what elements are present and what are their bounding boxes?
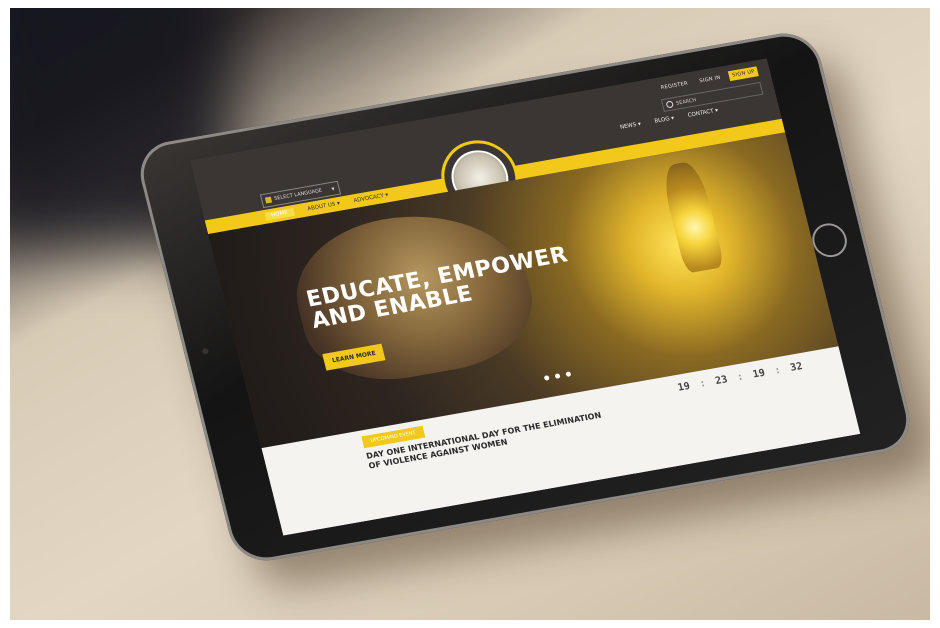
carousel-dot[interactable] xyxy=(565,371,572,378)
signup-button[interactable]: SIGN UP xyxy=(728,66,759,82)
tablet-screen: REGISTER SIGN IN SIGN UP SEARCH SELECT L… xyxy=(189,58,861,536)
nav-right: NEWS ▾ BLOG ▾ CONTACT ▾ xyxy=(619,108,718,131)
camera-icon xyxy=(201,347,210,355)
flag-icon xyxy=(264,196,273,204)
carousel-dot[interactable] xyxy=(554,373,561,379)
search-icon xyxy=(665,100,675,109)
countdown-days: 19 xyxy=(676,380,692,394)
nav-item-blog[interactable]: BLOG ▾ xyxy=(654,115,675,124)
carousel-dot[interactable] xyxy=(543,375,550,381)
countdown-minutes: 19 xyxy=(751,367,767,381)
countdown-separator: : xyxy=(773,364,783,377)
chevron-down-icon: ▾ xyxy=(330,185,336,193)
nav-item-news[interactable]: NEWS ▾ xyxy=(619,121,641,130)
tablet-device: REGISTER SIGN IN SIGN UP SEARCH SELECT L… xyxy=(133,27,917,567)
countdown-separator: : xyxy=(735,371,745,384)
signin-link[interactable]: SIGN IN xyxy=(696,72,725,86)
countdown-hours: 23 xyxy=(714,374,729,388)
search-placeholder: SEARCH xyxy=(675,96,697,107)
countdown-separator: : xyxy=(698,378,708,390)
register-link[interactable]: REGISTER xyxy=(657,78,692,94)
nav-item-contact[interactable]: CONTACT ▾ xyxy=(687,108,719,119)
countdown-seconds: 32 xyxy=(789,361,804,374)
photo-frame: REGISTER SIGN IN SIGN UP SEARCH SELECT L… xyxy=(10,8,930,620)
